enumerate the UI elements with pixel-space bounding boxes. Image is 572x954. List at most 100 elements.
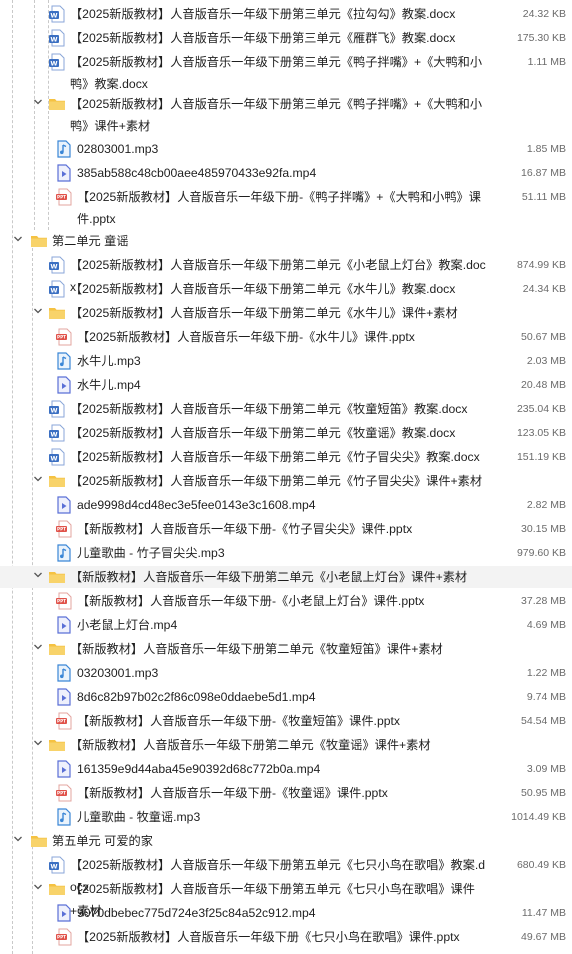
file-size: 2.82 MB [526, 499, 566, 511]
folder-icon [30, 232, 48, 250]
file-size: 24.34 KB [522, 283, 566, 295]
tree-file-row[interactable]: ade9998d4cd48ec3e5fee0143e3c1608.mp4 2.82… [0, 494, 572, 516]
item-name: 水牛儿.mp4 [77, 378, 141, 392]
svg-text:W: W [50, 36, 57, 44]
word-doc-icon: W [48, 29, 66, 47]
tree-file-row[interactable]: PPT 【新版教材】人音版音乐一年级下册-《竹子冒尖尖》课件.pptx 30.15 … [0, 518, 572, 540]
file-size: 1.85 MB [526, 143, 566, 155]
item-name: 【2025新版教材】人音版音乐一年级下册-《鸭子拌嘴》+《大鸭和小鸭》课件.pp… [77, 190, 481, 226]
item-name: 【2025新版教材】人音版音乐一年级下册第三单元《雁群飞》教案.docx [70, 31, 456, 45]
svg-text:W: W [50, 12, 57, 20]
chevron-down-icon[interactable] [32, 569, 44, 581]
item-name: 8d6c82b97b02c2f86c098e0ddaebe5d1.mp4 [77, 690, 316, 704]
file-size: 11.47 MB [521, 907, 566, 919]
tree-file-row[interactable]: 儿童歌曲 - 牧童谣.mp3 1014.49 KB [0, 806, 572, 828]
svg-text:PPT: PPT [57, 791, 66, 796]
file-size: 3.09 MB [526, 763, 566, 775]
svg-text:W: W [50, 407, 57, 415]
tree-file-row[interactable]: 02803001.mp3 1.85 MB [0, 138, 572, 160]
file-size: 979.60 KB [516, 547, 566, 559]
tree-folder-row[interactable]: 第五单元 可爱的家 [0, 830, 572, 852]
folder-icon [48, 736, 66, 754]
item-name: 385ab588c48cb00aee485970433e92fa.mp4 [77, 166, 317, 180]
file-size: 24.32 KB [522, 8, 566, 20]
tree-file-row[interactable]: 8d6c82b97b02c2f86c098e0ddaebe5d1.mp4 9.74… [0, 686, 572, 708]
chevron-down-icon[interactable] [32, 96, 44, 108]
svg-text:W: W [50, 60, 57, 68]
item-name: 03203001.mp3 [77, 666, 159, 680]
chevron-down-icon[interactable] [32, 473, 44, 485]
item-name: 小老鼠上灯台.mp4 [77, 618, 178, 632]
tree-file-row[interactable]: PPT 【2025新版教材】人音版音乐一年级下册-《水牛儿》课件.pptx 50.6… [0, 326, 572, 348]
tree-folder-row[interactable]: 【2025新版教材】人音版音乐一年级下册第三单元《鸭子拌嘴》+《大鸭和小鸭》课件… [0, 93, 572, 135]
tree-folder-row[interactable]: 【新版教材】人音版音乐一年级下册第二单元《小老鼠上灯台》课件+素材 [0, 566, 572, 588]
tree-folder-row[interactable]: 【2025新版教材】人音版音乐一年级下册第二单元《竹子冒尖尖》课件+素材 [0, 470, 572, 492]
tree-file-row[interactable]: W 【2025新版教材】人音版音乐一年级下册第三单元《雁群飞》教案.docx 175… [0, 27, 572, 49]
file-size: 874.99 KB [516, 259, 566, 271]
video-file-icon [55, 376, 73, 394]
item-name: 【2025新版教材】人音版音乐一年级下册第二单元《水牛儿》教案.docx [70, 282, 456, 296]
chevron-down-icon[interactable] [32, 641, 44, 653]
tree-file-row[interactable]: W 【2025新版教材】人音版音乐一年级下册第二单元《竹子冒尖尖》教案.docx 1… [0, 446, 572, 468]
tree-file-row[interactable]: W 【2025新版教材】人音版音乐一年级下册第二单元《水牛儿》教案.docx 24.… [0, 278, 572, 300]
item-name: 【2025新版教材】人音版音乐一年级下册第三单元《拉勾勾》教案.docx [70, 7, 456, 21]
tree-file-row[interactable]: 03203001.mp3 1.22 MB [0, 662, 572, 684]
chevron-down-icon[interactable] [32, 737, 44, 749]
tree-folder-row[interactable]: 【新版教材】人音版音乐一年级下册第二单元《牧童短笛》课件+素材 [0, 638, 572, 660]
file-size: 151.19 KB [516, 451, 566, 463]
video-file-icon [55, 904, 73, 922]
file-size: 50.67 MB [521, 331, 566, 343]
tree-file-row[interactable]: W 【2025新版教材】人音版音乐一年级下册第二单元《小老鼠上灯台》教案.docx… [0, 254, 572, 294]
tree-file-row[interactable]: PPT 【新版教材】人音版音乐一年级下册-《牧童谣》课件.pptx 50.95 MB [0, 782, 572, 804]
powerpoint-icon: PPT [55, 784, 73, 802]
tree-file-row[interactable]: 小老鼠上灯台.mp4 4.69 MB [0, 614, 572, 636]
svg-text:W: W [50, 431, 57, 439]
tree-file-row[interactable]: W 【2025新版教材】人音版音乐一年级下册第五单元《七只小鸟在歌唱》教案.doc… [0, 854, 572, 894]
tree-folder-row[interactable]: 【2025新版教材】人音版音乐一年级下册第五单元《七只小鸟在歌唱》课件+素材 [0, 878, 572, 918]
tree-folder-row[interactable]: 【新版教材】人音版音乐一年级下册第二单元《牧童谣》课件+素材 [0, 734, 572, 756]
tree-file-row[interactable]: W 【2025新版教材】人音版音乐一年级下册第二单元《牧童谣》教案.docx 123… [0, 422, 572, 444]
svg-text:PPT: PPT [57, 527, 66, 532]
tree-file-row[interactable]: PPT 【新版教材】人音版音乐一年级下册-《牧童短笛》课件.pptx 54.54 M… [0, 710, 572, 732]
chevron-down-icon[interactable] [12, 833, 24, 845]
tree-file-row[interactable]: W 【2025新版教材】人音版音乐一年级下册第三单元《鸭子拌嘴》+《大鸭和小鸭》教… [0, 51, 572, 93]
powerpoint-icon: PPT [55, 592, 73, 610]
chevron-down-icon[interactable] [12, 233, 24, 245]
tree-file-row[interactable]: 水牛儿.mp4 20.48 MB [0, 374, 572, 396]
tree-file-row[interactable]: 9070dbebec775d724e3f25c84a52c912.mp4 11.4… [0, 902, 572, 924]
tree-file-row[interactable]: W 【2025新版教材】人音版音乐一年级下册第二单元《牧童短笛》教案.docx 23… [0, 398, 572, 420]
file-size: 1014.49 KB [511, 811, 566, 823]
tree-folder-row[interactable]: 【2025新版教材】人音版音乐一年级下册第二单元《水牛儿》课件+素材 [0, 302, 572, 324]
file-size: 1.22 MB [526, 667, 566, 679]
tree-folder-row[interactable]: 第二单元 童谣 [0, 230, 572, 252]
tree-file-row[interactable]: 儿童歌曲 - 竹子冒尖尖.mp3 979.60 KB [0, 542, 572, 564]
svg-text:PPT: PPT [57, 335, 66, 340]
item-name: 第二单元 童谣 [52, 234, 129, 248]
svg-text:PPT: PPT [57, 935, 66, 940]
chevron-down-icon[interactable] [32, 305, 44, 317]
file-size: 20.48 MB [521, 379, 566, 391]
file-size: 9.74 MB [526, 691, 566, 703]
word-doc-icon: W [48, 256, 66, 274]
file-size: 1.11 MB [527, 56, 566, 68]
tree-file-row[interactable]: 161359e9d44aba45e90392d68c772b0a.mp4 3.09… [0, 758, 572, 780]
tree-file-row[interactable]: W 【2025新版教材】人音版音乐一年级下册第三单元《拉勾勾》教案.docx 24.… [0, 3, 572, 25]
tree-file-row[interactable]: PPT 【2025新版教材】人音版音乐一年级下册-《鸭子拌嘴》+《大鸭和小鸭》课件… [0, 186, 572, 228]
tree-file-row[interactable]: 水牛儿.mp3 2.03 MB [0, 350, 572, 372]
file-size: 4.69 MB [526, 619, 566, 631]
tree-file-row[interactable]: 385ab588c48cb00aee485970433e92fa.mp4 16.8… [0, 162, 572, 184]
powerpoint-icon: PPT [55, 928, 73, 946]
item-name: 儿童歌曲 - 竹子冒尖尖.mp3 [77, 546, 225, 560]
item-name: 【新版教材】人音版音乐一年级下册第二单元《小老鼠上灯台》课件+素材 [70, 570, 468, 584]
chevron-down-icon[interactable] [32, 881, 44, 893]
item-name: 【2025新版教材】人音版音乐一年级下册第三单元《鸭子拌嘴》+《大鸭和小鸭》教案… [70, 55, 483, 91]
item-name: 【2025新版教材】人音版音乐一年级下册第二单元《竹子冒尖尖》教案.docx [70, 450, 480, 464]
item-name: 儿童歌曲 - 牧童谣.mp3 [77, 810, 201, 824]
tree-file-row[interactable]: PPT 【新版教材】人音版音乐一年级下册-《小老鼠上灯台》课件.pptx 37.28… [0, 590, 572, 612]
file-size: 680.49 KB [516, 859, 566, 871]
video-file-icon [55, 496, 73, 514]
tree-file-row[interactable]: PPT 【2025新版教材】人音版音乐一年级下册《七只小鸟在歌唱》课件.pptx 4… [0, 926, 572, 948]
svg-text:W: W [50, 455, 57, 463]
svg-text:PPT: PPT [57, 719, 66, 724]
audio-file-icon [55, 352, 73, 370]
